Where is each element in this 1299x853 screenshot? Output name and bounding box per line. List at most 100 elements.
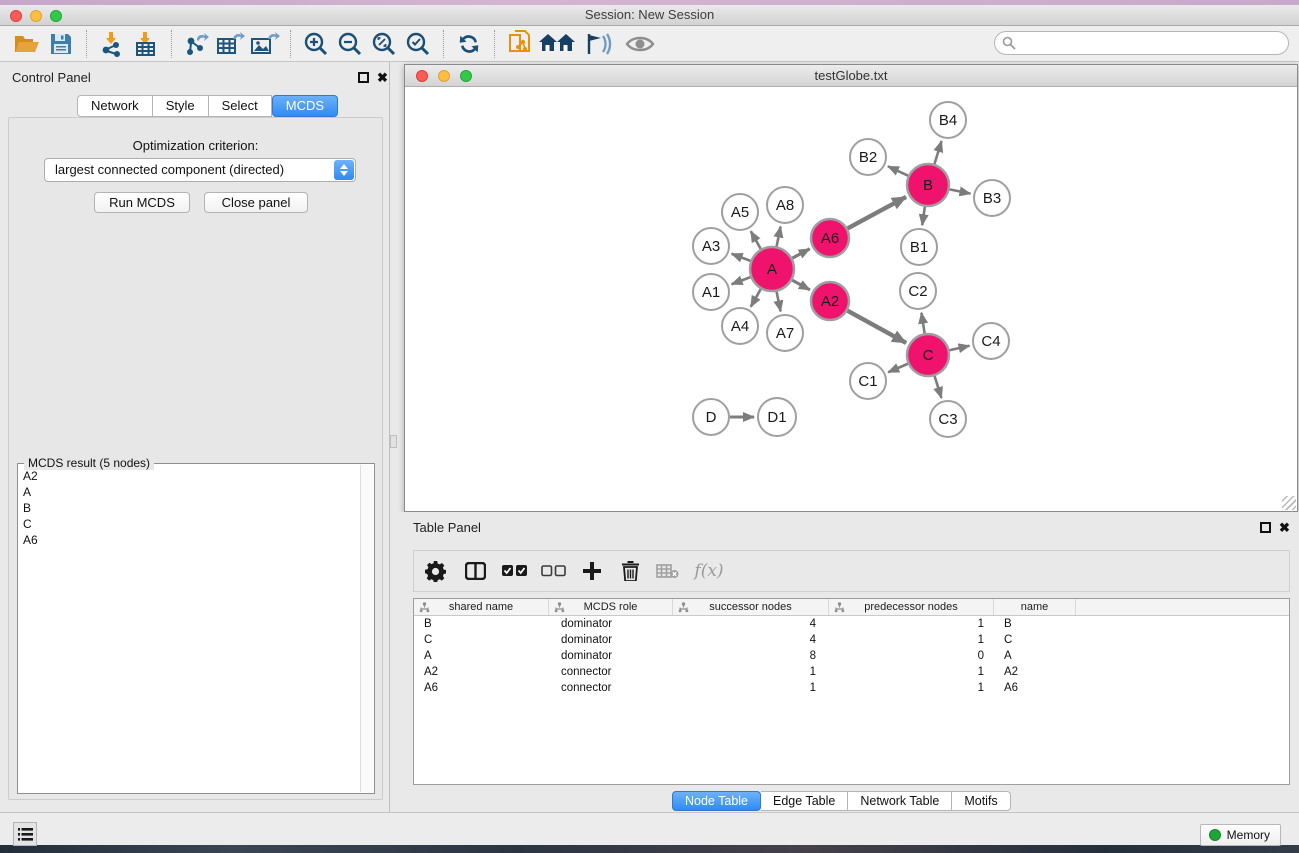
tab-edge-table[interactable]: Edge Table [761, 791, 848, 811]
table-cell[interactable]: A6 [994, 680, 1076, 696]
graph-edge-C-C4[interactable] [949, 346, 969, 350]
table-cell[interactable]: 8 [673, 648, 829, 664]
graph-edge-A6-B[interactable] [848, 197, 906, 229]
deselect-all-icon[interactable] [534, 565, 572, 577]
close-window-icon[interactable] [416, 70, 428, 82]
mcds-result-item[interactable]: A6 [19, 532, 361, 548]
table-cell[interactable]: 1 [673, 680, 829, 696]
export-network-icon[interactable] [180, 28, 214, 60]
table-cell[interactable]: 1 [829, 680, 994, 696]
table-cell[interactable]: 1 [673, 664, 829, 680]
float-window-icon[interactable] [1260, 522, 1271, 533]
open-file-icon[interactable] [10, 28, 44, 60]
minimize-window-icon[interactable] [438, 70, 450, 82]
export-image-icon[interactable] [248, 28, 282, 60]
table-cell[interactable]: connector [549, 664, 673, 680]
zoom-fit-icon[interactable] [367, 28, 401, 60]
table-cell[interactable]: 1 [829, 664, 994, 680]
table-cell[interactable]: C [994, 632, 1076, 648]
zoom-selected-icon[interactable] [401, 28, 435, 60]
panel-list-icon[interactable] [13, 822, 37, 846]
table-cell[interactable]: B [994, 616, 1076, 632]
table-cell[interactable]: dominator [549, 616, 673, 632]
maximize-window-icon[interactable] [50, 10, 62, 22]
table-row[interactable]: Cdominator41C [414, 632, 1289, 648]
table-row[interactable]: A6connector11A6 [414, 680, 1289, 696]
tab-network[interactable]: Network [77, 95, 153, 117]
table-cell[interactable]: dominator [549, 632, 673, 648]
table-cell[interactable]: 4 [673, 632, 829, 648]
show-panel-icon[interactable] [619, 28, 661, 60]
graph-edge-A-A3[interactable] [732, 254, 751, 261]
select-all-icon[interactable] [494, 565, 534, 577]
column-header-successor-nodes[interactable]: successor nodes [673, 599, 829, 615]
close-window-icon[interactable] [10, 10, 22, 22]
split-view-icon[interactable] [456, 562, 494, 580]
graph-edge-B-B2[interactable] [888, 166, 908, 175]
search-field[interactable] [994, 31, 1289, 55]
node-table[interactable]: shared nameMCDS rolesuccessor nodesprede… [413, 598, 1290, 785]
search-input[interactable] [1016, 33, 1288, 53]
table-row[interactable]: Bdominator41B [414, 616, 1289, 632]
delete-column-icon[interactable] [612, 561, 648, 581]
tab-mcds[interactable]: MCDS [272, 95, 338, 117]
table-cell[interactable]: connector [549, 680, 673, 696]
close-panel-icon[interactable]: ✖ [377, 70, 388, 86]
table-cell[interactable]: A6 [414, 680, 549, 696]
column-header-predecessor-nodes[interactable]: predecessor nodes [829, 599, 994, 615]
table-row[interactable]: Adominator80A [414, 648, 1289, 664]
mcds-result-item[interactable]: A2 [19, 468, 361, 484]
mcds-result-scrollbar[interactable] [360, 465, 373, 792]
export-table-icon[interactable] [214, 28, 248, 60]
table-cell[interactable]: C [414, 632, 549, 648]
graph-edge-C-C3[interactable] [935, 376, 942, 398]
graph-edge-B-B4[interactable] [934, 141, 941, 164]
tab-motifs[interactable]: Motifs [952, 791, 1010, 811]
tab-network-table[interactable]: Network Table [848, 791, 952, 811]
graph-edge-A-A6[interactable] [792, 249, 809, 258]
add-column-icon[interactable] [572, 562, 612, 580]
close-panel-icon[interactable]: ✖ [1279, 520, 1290, 536]
table-cell[interactable]: A2 [994, 664, 1076, 680]
split-handle-left[interactable] [390, 435, 397, 448]
criterion-dropdown[interactable]: largest connected component (directed) [44, 158, 356, 182]
mcds-result-list[interactable]: A2ABCA6 [19, 468, 361, 792]
column-header-shared-name[interactable]: shared name [414, 599, 549, 615]
fx-icon[interactable]: f(x) [686, 561, 732, 581]
zoom-out-icon[interactable] [333, 28, 367, 60]
table-cell[interactable]: B [414, 616, 549, 632]
graph-edge-B-B1[interactable] [922, 207, 925, 225]
graph-edge-C-C2[interactable] [921, 313, 924, 334]
hide-panel-icon[interactable] [577, 28, 619, 60]
graph-edge-A-A1[interactable] [732, 277, 751, 284]
mcds-result-item[interactable]: A [19, 484, 361, 500]
tab-node-table[interactable]: Node Table [672, 791, 761, 811]
run-mcds-button[interactable]: Run MCDS [94, 192, 190, 213]
save-session-icon[interactable] [44, 28, 78, 60]
session-home-icon[interactable] [537, 28, 577, 60]
close-panel-button[interactable]: Close panel [204, 192, 308, 213]
table-cell[interactable]: 1 [829, 632, 994, 648]
column-header-MCDS-role[interactable]: MCDS role [549, 599, 673, 615]
mcds-result-item[interactable]: B [19, 500, 361, 516]
graph-edge-A-A8[interactable] [777, 227, 781, 247]
table-cell[interactable]: A [414, 648, 549, 664]
import-table-icon[interactable] [129, 28, 163, 60]
network-window-titlebar[interactable]: testGlobe.txt [405, 65, 1297, 87]
gear-icon[interactable] [414, 561, 456, 582]
tab-style[interactable]: Style [153, 95, 209, 117]
delete-table-icon[interactable] [648, 563, 686, 579]
table-cell[interactable]: dominator [549, 648, 673, 664]
graph-edge-A-A5[interactable] [751, 231, 761, 249]
table-cell[interactable]: 0 [829, 648, 994, 664]
zoom-in-icon[interactable] [299, 28, 333, 60]
refresh-icon[interactable] [452, 28, 486, 60]
tab-select[interactable]: Select [209, 95, 272, 117]
network-canvas-svg[interactable]: B4B2BB3B1A5A8A6A3AA1C2A4A7A2C4CC1C3DD1 [405, 87, 1297, 511]
column-header-name[interactable]: name [994, 599, 1076, 615]
graph-edge-B-B3[interactable] [950, 189, 971, 193]
maximize-window-icon[interactable] [460, 70, 472, 82]
table-cell[interactable]: A2 [414, 664, 549, 680]
table-cell[interactable]: A [994, 648, 1076, 664]
mcds-result-item[interactable]: C [19, 516, 361, 532]
